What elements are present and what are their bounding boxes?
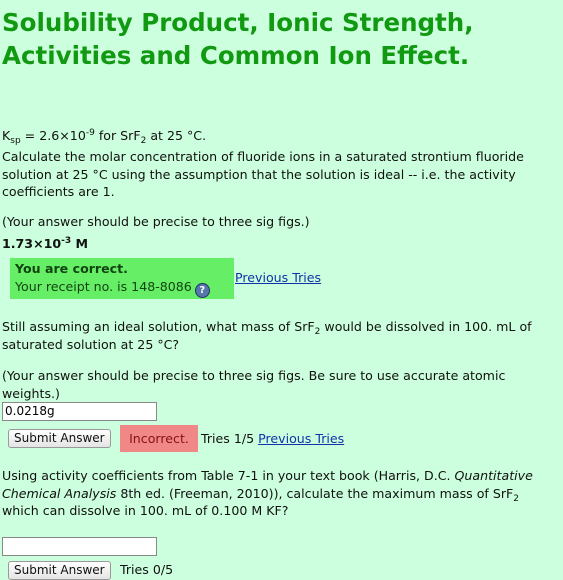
answer-input-3[interactable] <box>2 537 157 556</box>
previous-tries-link-1[interactable]: Previous Tries <box>235 269 321 287</box>
question-2-precision: (Your answer should be precise to three … <box>2 368 506 401</box>
question-1-precision: (Your answer should be precise to three … <box>2 214 310 229</box>
submit-answer-button-2[interactable]: Submit Answer <box>8 429 111 448</box>
page-title: Solubility Product, Ionic Strength, Acti… <box>2 8 474 70</box>
submit-answer-button-3[interactable]: Submit Answer <box>8 561 111 580</box>
answer-input-2[interactable] <box>2 402 157 421</box>
incorrect-feedback: Incorrect. <box>120 425 198 452</box>
question-3-text: Using activity coefficients from Table 7… <box>2 468 533 518</box>
tries-counter-3: Tries 0/5 <box>120 562 174 577</box>
question-2-text: Still assuming an ideal solution, what m… <box>2 319 532 352</box>
correct-feedback-box: You are correct. Your receipt no. is 148… <box>10 258 234 299</box>
help-icon[interactable]: ? <box>194 283 210 298</box>
question-1-text: Calculate the molar concentration of flu… <box>2 149 524 199</box>
ksp-statement: Ksp = 2.6×10-9 for SrF2 at 25 °C. <box>2 128 207 146</box>
previous-tries-link-2[interactable]: Previous Tries <box>258 431 344 446</box>
correct-message: You are correct. <box>15 261 128 276</box>
receipt-text: Your receipt no. is 148-8086? <box>15 279 210 298</box>
tries-counter-2: Tries 1/5 Previous Tries <box>201 431 345 446</box>
question-1-answer: 1.73×10-3 M <box>2 236 89 251</box>
